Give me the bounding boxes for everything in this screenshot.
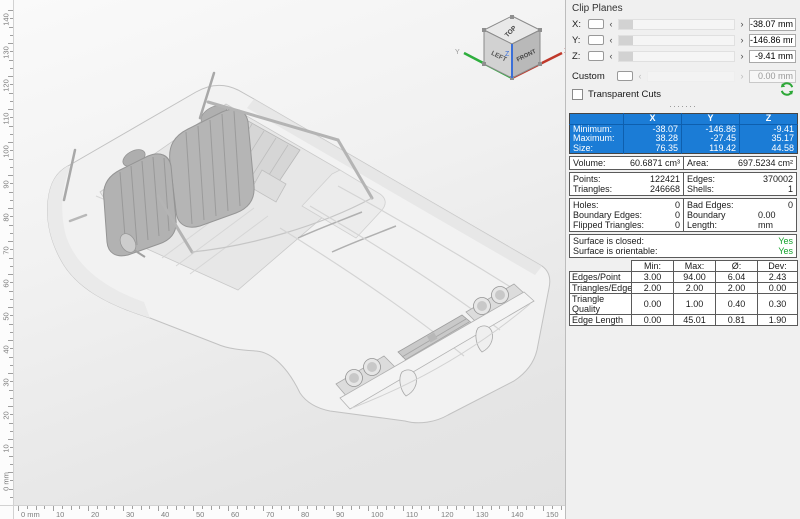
bounds-row-maximum: Maximum: 38.28 -27.45 35.17 <box>570 134 798 144</box>
bounds-row-size: Size: 76.35 119.42 44.58 <box>570 144 798 154</box>
bounds-row-minimum: Minimum: -38.07 -146.86 -9.41 <box>570 124 798 134</box>
clip-z-label: Z: <box>572 51 585 62</box>
panel-splitter[interactable]: ······· <box>566 104 800 113</box>
shells-label: Shells: <box>687 184 714 194</box>
axis-z-label: Z <box>505 51 510 58</box>
holes-label: Holes: <box>573 200 599 210</box>
clip-y-increment-button[interactable]: › <box>738 35 746 46</box>
bounds-col-y: Y <box>682 114 740 125</box>
clip-y-slider[interactable] <box>618 35 735 46</box>
clip-plane-row-z: Z: ‹ › <box>566 48 800 64</box>
boundary-length-label: Boundary Length: <box>687 210 758 230</box>
clip-y-slider-thumb[interactable] <box>619 36 633 45</box>
bounds-table: X Y Z Minimum: -38.07 -146.86 -9.41 Maxi… <box>569 113 798 154</box>
triangles-value: 246668 <box>650 184 680 194</box>
clip-custom-checkbox[interactable] <box>617 71 633 81</box>
area-value: 697.5234 cm² <box>738 158 793 168</box>
clip-x-value-input[interactable] <box>749 18 796 31</box>
properties-panel: Clip Planes X: ‹ › Y: ‹ › Z: ‹ › Custo <box>565 0 800 519</box>
clip-x-checkbox[interactable] <box>588 19 604 29</box>
surface-orientable-label: Surface is orientable: <box>573 246 658 256</box>
triangles-label: Triangles: <box>573 184 612 194</box>
quality-col-avg: Ø: <box>716 261 758 272</box>
refresh-icon[interactable] <box>779 81 795 97</box>
quality-corner-cell <box>570 261 632 272</box>
clip-y-checkbox[interactable] <box>588 35 604 45</box>
clip-custom-decrement-button[interactable]: ‹ <box>636 71 644 82</box>
clip-x-slider-thumb[interactable] <box>619 20 633 29</box>
edges-value: 370002 <box>763 174 793 184</box>
quality-table: Min: Max: Ø: Dev: Edges/Point 3.00 94.00… <box>569 260 798 326</box>
boundary-edges-value: 0 <box>675 210 680 220</box>
transparent-cuts-label: Transparent Cuts <box>588 89 661 100</box>
mesh-viewer-window: Y X TOP LEFT FRONT Z 1401301201101009080… <box>0 0 800 519</box>
clip-z-decrement-button[interactable]: ‹ <box>607 51 615 62</box>
clip-z-increment-button[interactable]: › <box>738 51 746 62</box>
navigation-cube[interactable]: Y X TOP LEFT FRONT Z <box>452 4 570 94</box>
surface-closed-label: Surface is closed: <box>573 236 644 246</box>
surface-box: Surface is closed: Yes Surface is orienta… <box>569 234 797 258</box>
bounds-corner-cell <box>570 114 624 125</box>
clip-z-slider-thumb[interactable] <box>619 52 633 61</box>
transparent-cuts-checkbox[interactable] <box>572 89 583 100</box>
3d-viewport[interactable]: Y X TOP LEFT FRONT Z 1401301201101009080… <box>0 0 565 519</box>
quality-col-dev: Dev: <box>758 261 798 272</box>
defects-box: Holes: 0 Boundary Edges: 0 Flipped Triangl… <box>569 198 797 232</box>
quality-col-max: Max: <box>674 261 716 272</box>
area-label: Area: <box>687 158 709 168</box>
clip-custom-slider <box>647 71 735 82</box>
clip-custom-label: Custom <box>572 71 614 82</box>
bad-edges-label: Bad Edges: <box>687 200 734 210</box>
axis-y-label: Y <box>455 49 460 56</box>
clip-custom-increment-button[interactable]: › <box>738 71 746 82</box>
clip-x-decrement-button[interactable]: ‹ <box>607 19 615 30</box>
clip-x-increment-button[interactable]: › <box>738 19 746 30</box>
ruler-corner <box>0 505 14 519</box>
clip-x-slider[interactable] <box>618 19 735 30</box>
surface-orientable-value: Yes <box>778 246 793 256</box>
quality-col-min: Min: <box>632 261 674 272</box>
clip-z-checkbox[interactable] <box>588 51 604 61</box>
counts-box: Points: 122421 Triangles: 246668 Edges: 370… <box>569 172 797 196</box>
flipped-triangles-value: 0 <box>675 220 680 230</box>
edges-label: Edges: <box>687 174 715 184</box>
points-label: Points: <box>573 174 601 184</box>
clip-x-label: X: <box>572 19 585 30</box>
volume-label: Volume: <box>573 158 606 168</box>
flipped-triangles-label: Flipped Triangles: <box>573 220 644 230</box>
clip-z-slider[interactable] <box>618 51 735 62</box>
quality-row-edge-length: Edge Length 0.00 45.01 0.81 1.90 <box>570 315 798 326</box>
horizontal-ruler: 0 mm102030405060708090100110120130140150 <box>0 505 565 519</box>
vertical-ruler: 1401301201101009080706050403020100 mm <box>0 0 14 505</box>
transparent-cuts-row: Transparent Cuts <box>566 86 800 102</box>
bad-edges-value: 0 <box>788 200 793 210</box>
quality-row-edges-point: Edges/Point 3.00 94.00 6.04 2.43 <box>570 272 798 283</box>
boundary-length-value: 0.00 mm <box>758 210 793 230</box>
surface-closed-value: Yes <box>778 236 793 246</box>
clip-y-value-input[interactable] <box>749 34 796 47</box>
points-value: 122421 <box>650 174 680 184</box>
quality-row-triangle-quality: Triangle Quality 0.00 1.00 0.40 0.30 <box>570 294 798 315</box>
volume-value: 60.6871 cm³ <box>630 158 680 168</box>
quality-row-triangles-edge: Triangles/Edge 2.00 2.00 2.00 0.00 <box>570 283 798 294</box>
holes-value: 0 <box>675 200 680 210</box>
volume-area-box: Volume: 60.6871 cm³ Area: 697.5234 cm² <box>569 156 797 170</box>
clip-z-value-input[interactable] <box>749 50 796 63</box>
boundary-edges-label: Boundary Edges: <box>573 210 642 220</box>
clip-plane-row-y: Y: ‹ › <box>566 32 800 48</box>
shells-value: 1 <box>788 184 793 194</box>
bounds-col-z: Z <box>740 114 798 125</box>
clip-plane-row-x: X: ‹ › <box>566 16 800 32</box>
clip-y-decrement-button[interactable]: ‹ <box>607 35 615 46</box>
bounds-col-x: X <box>624 114 682 125</box>
clip-planes-title: Clip Planes <box>566 0 800 16</box>
clip-y-label: Y: <box>572 35 585 46</box>
clip-plane-row-custom: Custom ‹ › <box>566 68 800 84</box>
